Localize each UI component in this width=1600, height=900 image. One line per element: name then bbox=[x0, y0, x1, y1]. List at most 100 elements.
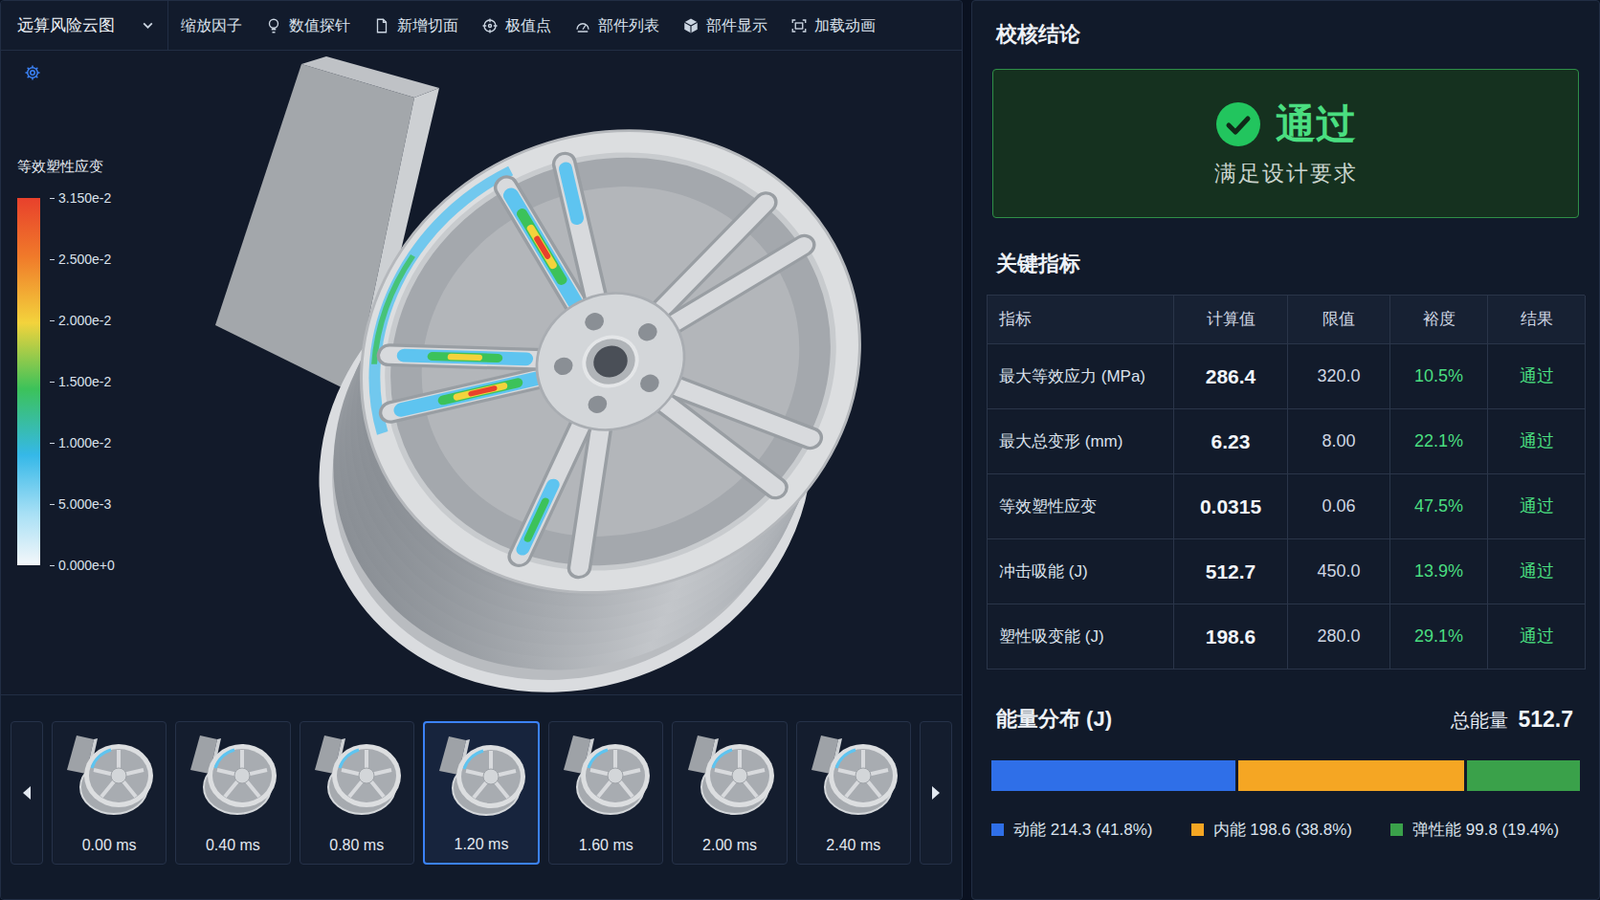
table-cell: 塑性吸变能 (J) bbox=[987, 604, 1175, 670]
wheel-barrel bbox=[258, 80, 912, 695]
toolbar-button[interactable]: 部件列表 bbox=[574, 14, 660, 38]
color-legend: 等效塑性应变3.150e-22.500e-22.000e-21.500e-21.… bbox=[17, 156, 115, 566]
table-cell: 0.06 bbox=[1288, 474, 1391, 540]
timeline-frame[interactable]: 2.00 ms bbox=[671, 721, 787, 866]
toolbar-button[interactable]: 数值探针 bbox=[265, 14, 351, 38]
column-header: 结果 bbox=[1488, 295, 1586, 345]
timeline-next-button[interactable] bbox=[919, 721, 953, 866]
table-cell: 512.7 bbox=[1174, 539, 1289, 605]
viewer-panel: 远算风险云图缩放因子数值探针新增切面极值点部件列表部件显示加载动画 bbox=[0, 0, 963, 900]
document-icon bbox=[373, 17, 391, 35]
timeline: 0.00 ms0.40 ms0.80 ms1.20 ms1.60 ms2.00 … bbox=[0, 694, 962, 900]
column-header: 裕度 bbox=[1390, 295, 1489, 345]
table-cell: 6.23 bbox=[1174, 409, 1289, 475]
timeline-frame[interactable]: 0.40 ms bbox=[175, 721, 290, 866]
frame-preview-icon bbox=[61, 728, 157, 817]
table-cell: 等效塑性应变 bbox=[987, 474, 1175, 540]
table-cell: 450.0 bbox=[1288, 539, 1391, 605]
settings-gear-icon[interactable] bbox=[23, 64, 42, 82]
energy-segment bbox=[1466, 760, 1580, 792]
toolbar-button[interactable]: 部件显示 bbox=[682, 14, 768, 38]
legend-tick: 0.000e+0 bbox=[49, 557, 115, 574]
view-selector[interactable]: 远算风险云图 bbox=[0, 0, 169, 50]
energy-legend: 动能 214.3 (41.8%) 内能 198.6 (38.8%) 弹性能 99.8… bbox=[991, 820, 1580, 842]
energy-segment bbox=[1238, 760, 1465, 792]
column-header: 限值 bbox=[1288, 295, 1391, 345]
table-row: 最大等效应力 (MPa)286.4320.010.5%通过 bbox=[987, 344, 1585, 410]
frame-preview-icon bbox=[805, 728, 902, 817]
table-row: 塑性吸变能 (J)198.6280.029.1%通过 bbox=[987, 604, 1585, 670]
section-title: 校核结论 bbox=[986, 20, 1585, 49]
cube-icon bbox=[682, 17, 700, 35]
legend-item: 动能 214.3 (41.8%) bbox=[991, 820, 1154, 842]
table-cell: 通过 bbox=[1488, 539, 1586, 605]
check-circle-icon bbox=[1216, 102, 1261, 147]
table-cell: 320.0 bbox=[1288, 344, 1391, 410]
table-cell: 8.00 bbox=[1288, 409, 1391, 475]
chevron-down-icon bbox=[141, 19, 155, 32]
energy-header: 能量分布 (J)总能量512.7 bbox=[986, 703, 1585, 737]
table-cell: 198.6 bbox=[1174, 604, 1289, 670]
table-cell: 29.1% bbox=[1390, 604, 1489, 670]
table-cell: 通过 bbox=[1488, 344, 1586, 410]
table-cell: 冲击吸能 (J) bbox=[987, 539, 1175, 605]
arrow-right-icon bbox=[930, 785, 942, 801]
table-cell: 通过 bbox=[1488, 409, 1586, 475]
frame-preview-icon bbox=[184, 728, 281, 817]
column-header: 指标 bbox=[987, 295, 1175, 345]
table-cell: 280.0 bbox=[1288, 604, 1391, 670]
legend-item: 弹性能 99.8 (19.4%) bbox=[1390, 820, 1559, 842]
crosshair-icon bbox=[481, 17, 499, 35]
table-row: 最大总变形 (mm)6.238.0022.1%通过 bbox=[987, 409, 1585, 475]
table-cell: 最大等效应力 (MPa) bbox=[987, 344, 1175, 410]
timeline-frame[interactable]: 1.20 ms bbox=[422, 721, 540, 866]
toolbar-button[interactable]: 极值点 bbox=[481, 14, 552, 38]
toolbar-button[interactable]: 新增切面 bbox=[373, 14, 459, 38]
table-cell: 最大总变形 (mm) bbox=[987, 409, 1175, 475]
timeline-frame[interactable]: 0.00 ms bbox=[51, 721, 167, 866]
table-cell: 286.4 bbox=[1174, 344, 1289, 410]
frame-preview-icon bbox=[309, 728, 405, 817]
animation-icon bbox=[790, 17, 808, 35]
table-cell: 13.9% bbox=[1390, 539, 1489, 605]
toolbar: 远算风险云图缩放因子数值探针新增切面极值点部件列表部件显示加载动画 bbox=[0, 0, 962, 51]
legend-tick: 5.000e-3 bbox=[49, 496, 115, 512]
timeline-frame[interactable]: 2.40 ms bbox=[796, 721, 912, 866]
toolbar-button[interactable]: 加载动画 bbox=[790, 14, 876, 38]
table-header: 指标计算值限值裕度结果 bbox=[987, 295, 1585, 345]
result-panel: 校核结论 通过满足设计要求 关键指标 指标计算值限值裕度结果最大等效应力 (MP… bbox=[971, 0, 1600, 900]
legend-tick: 1.500e-2 bbox=[49, 374, 115, 390]
table-cell: 通过 bbox=[1488, 474, 1586, 540]
wheel-face bbox=[290, 56, 931, 667]
legend-tick: 1.000e-2 bbox=[49, 435, 115, 451]
timeline-frame[interactable]: 1.60 ms bbox=[548, 721, 664, 866]
metrics-table: 指标计算值限值裕度结果最大等效应力 (MPa)286.4320.010.5%通过… bbox=[986, 294, 1585, 670]
table-cell: 22.1% bbox=[1390, 409, 1489, 475]
gauge-icon bbox=[574, 17, 592, 35]
table-cell: 47.5% bbox=[1390, 474, 1489, 540]
color-scale-bar bbox=[17, 198, 41, 566]
section-title: 关键指标 bbox=[986, 249, 1585, 279]
frame-preview-icon bbox=[557, 728, 654, 817]
timeline-frame[interactable]: 0.80 ms bbox=[299, 721, 415, 866]
wheel-model[interactable] bbox=[0, 50, 962, 695]
table-row: 冲击吸能 (J)512.7450.013.9%通过 bbox=[987, 539, 1585, 605]
table-row: 等效塑性应变0.03150.0647.5%通过 bbox=[987, 474, 1585, 540]
energy-segment bbox=[991, 760, 1236, 792]
probe-icon bbox=[265, 17, 283, 35]
energy-bar bbox=[991, 760, 1580, 792]
legend-tick: 2.000e-2 bbox=[49, 312, 115, 329]
toolbar-button[interactable]: 缩放因子 bbox=[180, 14, 243, 38]
table-cell: 0.0315 bbox=[1174, 474, 1289, 540]
legend-item: 内能 198.6 (38.8%) bbox=[1191, 820, 1354, 842]
table-cell: 10.5% bbox=[1390, 344, 1489, 410]
column-header: 计算值 bbox=[1174, 295, 1289, 345]
frame-preview-icon bbox=[433, 729, 530, 818]
viewport[interactable]: 等效塑性应变3.150e-22.500e-22.000e-21.500e-21.… bbox=[0, 50, 962, 695]
table-cell: 通过 bbox=[1488, 604, 1586, 670]
legend-tick: 3.150e-2 bbox=[49, 190, 115, 206]
frame-preview-icon bbox=[682, 728, 778, 817]
conclusion-card: 通过满足设计要求 bbox=[992, 68, 1579, 219]
arrow-left-icon bbox=[21, 785, 33, 801]
timeline-prev-button[interactable] bbox=[10, 721, 44, 866]
